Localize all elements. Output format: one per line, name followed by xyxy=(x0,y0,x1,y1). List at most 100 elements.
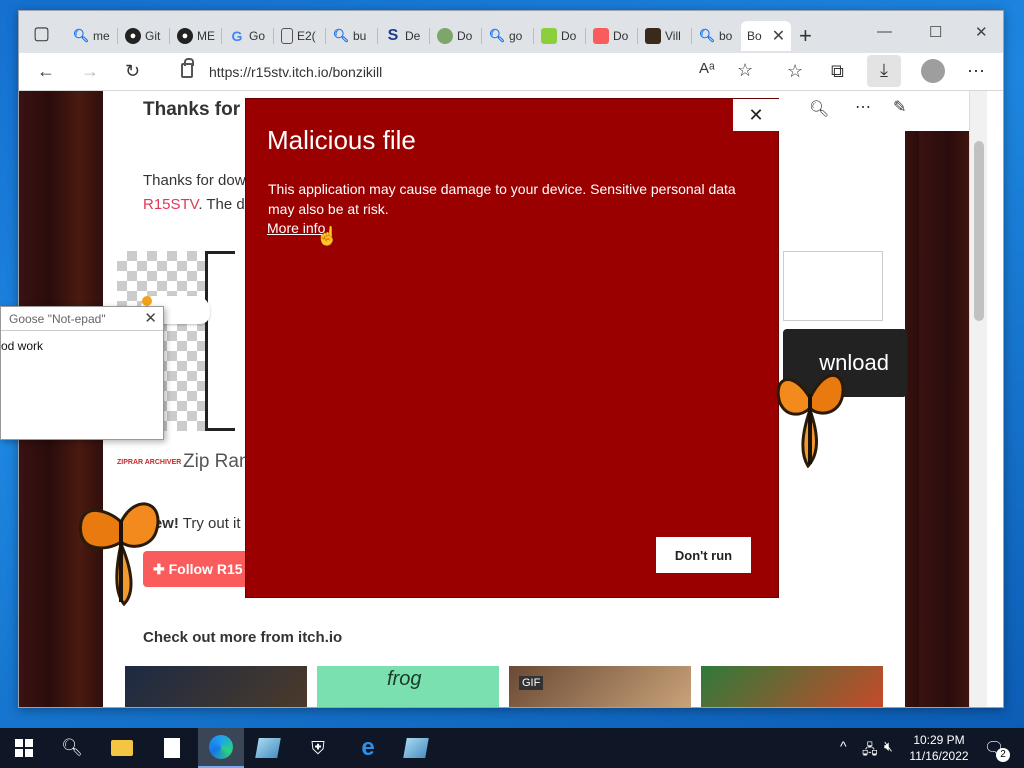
tab-7[interactable]: S De xyxy=(379,21,429,51)
taskbar: 🔍︎ ⛨ e ^ 🖧︎ 🔇︎ 10:29 PM 11/16/2022 🗨︎ 2 xyxy=(0,728,1024,768)
hand-cursor-icon: ☝ xyxy=(316,226,339,246)
itch-icon xyxy=(593,28,609,44)
pin-icon[interactable]: ✎ xyxy=(893,97,906,117)
back-icon[interactable]: ← xyxy=(37,61,55,82)
more-section-title: Check out more from itch.io xyxy=(143,629,343,646)
refresh-icon[interactable]: ↻ xyxy=(125,61,140,82)
game-thumbnail[interactable] xyxy=(125,666,307,707)
goose-beak xyxy=(142,296,152,306)
search-icon: 🔍︎ xyxy=(488,28,506,43)
zip-label: Zip Ran xyxy=(183,451,250,472)
tab-active[interactable]: Bo ✕ xyxy=(741,21,791,51)
close-window-icon[interactable]: ✕ xyxy=(975,23,988,41)
search-icon: 🔍︎ xyxy=(332,28,350,43)
folder-icon xyxy=(111,740,133,756)
forward-icon[interactable]: → xyxy=(81,61,99,82)
google-icon: G xyxy=(231,28,243,44)
taskbar-app-2[interactable] xyxy=(403,736,429,760)
goose-notepad-window[interactable]: Goose "Not-epad" ✕ od work xyxy=(0,306,164,440)
search-button[interactable]: 🔍︎ xyxy=(60,736,84,760)
close-icon: ✕ xyxy=(748,104,764,125)
document-icon xyxy=(281,28,293,44)
taskbar-app[interactable] xyxy=(255,736,281,760)
tab-3[interactable]: ● ME xyxy=(171,21,221,51)
taskbar-notepad[interactable] xyxy=(160,736,184,760)
read-aloud-icon[interactable]: A͏ᵃ xyxy=(699,60,715,77)
tab-11[interactable]: Do xyxy=(587,21,637,51)
search-icon: 🔍︎ xyxy=(72,28,90,43)
clock-date: 11/16/2022 xyxy=(909,749,969,763)
browser-toolbar: ← → ↻ A͏ᵃ ☆ ☆ ⧉ ⤓ ⋯ xyxy=(19,53,1003,91)
butterfly-icon xyxy=(776,374,845,468)
game-thumbnail[interactable] xyxy=(701,666,883,707)
tab-4[interactable]: G Go xyxy=(223,21,273,51)
windows-icon xyxy=(15,739,33,757)
internet-explorer-icon: e xyxy=(361,734,375,761)
game-thumbnail[interactable]: frog xyxy=(317,666,499,707)
tab-9[interactable]: 🔍︎ go xyxy=(483,21,533,51)
volume-muted-icon[interactable]: 🔇︎ xyxy=(884,738,893,768)
add-favorite-icon[interactable]: ☆ xyxy=(737,60,753,81)
tab-5[interactable]: E2( xyxy=(275,21,325,51)
tab-12[interactable]: Vill xyxy=(639,21,691,51)
tab-13[interactable]: 🔍︎ bo xyxy=(693,21,741,51)
s-logo-icon: S xyxy=(387,27,399,44)
dialog-title: Malicious file xyxy=(267,125,416,155)
game-icon xyxy=(645,28,661,44)
tab-6[interactable]: 🔍︎ bu xyxy=(327,21,377,51)
close-icon[interactable]: ✕ xyxy=(144,309,157,327)
tab-8[interactable]: Do xyxy=(431,21,481,51)
green-icon xyxy=(541,28,557,44)
notepad-icon xyxy=(164,738,180,758)
profile-icon[interactable] xyxy=(921,59,945,83)
lock-icon[interactable] xyxy=(181,58,194,78)
collections-icon[interactable]: ⧉ xyxy=(831,61,844,82)
image-frame xyxy=(205,251,235,431)
more-menu-icon[interactable]: ⋯ xyxy=(967,61,985,82)
dont-run-button[interactable]: Don't run xyxy=(656,537,751,573)
maximize-icon[interactable]: ☐ xyxy=(929,23,942,41)
tab-actions-icon[interactable]: ▢ xyxy=(33,23,50,44)
taskbar-security[interactable]: ⛨ xyxy=(306,736,330,760)
taskbar-clock[interactable]: 10:29 PM 11/16/2022 xyxy=(900,732,978,764)
search-icon: 🔍︎ xyxy=(698,28,716,43)
taskbar-file-explorer[interactable] xyxy=(110,736,134,760)
butterfly-icon xyxy=(79,502,160,607)
favorites-icon[interactable]: ☆ xyxy=(787,61,803,82)
author-link[interactable]: R15STV xyxy=(143,196,198,213)
more-icon[interactable]: ⋯ xyxy=(855,97,871,117)
taskbar-edge[interactable] xyxy=(198,728,244,768)
show-hidden-icons[interactable]: ^ xyxy=(840,738,847,768)
page-scrollbar[interactable] xyxy=(969,91,987,707)
zip-logo: ZIPRAR ARCHIVER xyxy=(117,459,182,466)
dialog-message: This application may cause damage to you… xyxy=(268,181,736,217)
goose-note-text: od work xyxy=(1,339,44,353)
clock-time: 10:29 PM xyxy=(913,733,965,747)
search-icon[interactable]: 🔍︎ xyxy=(809,99,829,119)
url-input[interactable] xyxy=(209,62,649,82)
notepad-app-icon xyxy=(255,738,281,758)
downloads-icon[interactable]: ⤓ xyxy=(867,55,901,87)
tab-1[interactable]: 🔍︎ me xyxy=(67,21,117,51)
notification-count: 2 xyxy=(996,748,1010,762)
scrollbar-thumb[interactable] xyxy=(974,141,984,321)
thanks-paragraph: Thanks for dow R15STV. The do xyxy=(143,172,254,213)
network-icon[interactable]: 🖧︎ xyxy=(862,739,878,768)
taskbar-ie[interactable]: e xyxy=(356,734,380,761)
minimize-icon[interactable]: — xyxy=(877,23,892,40)
search-icon: 🔍︎ xyxy=(61,738,83,757)
tab-10[interactable]: Do xyxy=(535,21,585,51)
start-button[interactable] xyxy=(12,736,36,760)
edge-icon xyxy=(209,735,233,759)
github-icon: ● xyxy=(177,28,193,44)
address-bar[interactable]: A͏ᵃ ☆ xyxy=(169,57,753,87)
goose-window-title: Goose "Not-epad" xyxy=(1,307,163,331)
malicious-file-dialog: Malicious file This application may caus… xyxy=(245,98,779,598)
tab-2[interactable]: ● Git xyxy=(119,21,169,51)
shield-icon: ⛨ xyxy=(311,737,325,758)
new-tab-icon[interactable]: + xyxy=(799,23,812,49)
download-panel xyxy=(783,251,883,321)
dialog-close-button[interactable]: ✕ xyxy=(733,99,779,131)
game-thumbnail[interactable]: GIF xyxy=(509,666,691,707)
close-tab-icon[interactable]: ✕ xyxy=(772,26,785,46)
